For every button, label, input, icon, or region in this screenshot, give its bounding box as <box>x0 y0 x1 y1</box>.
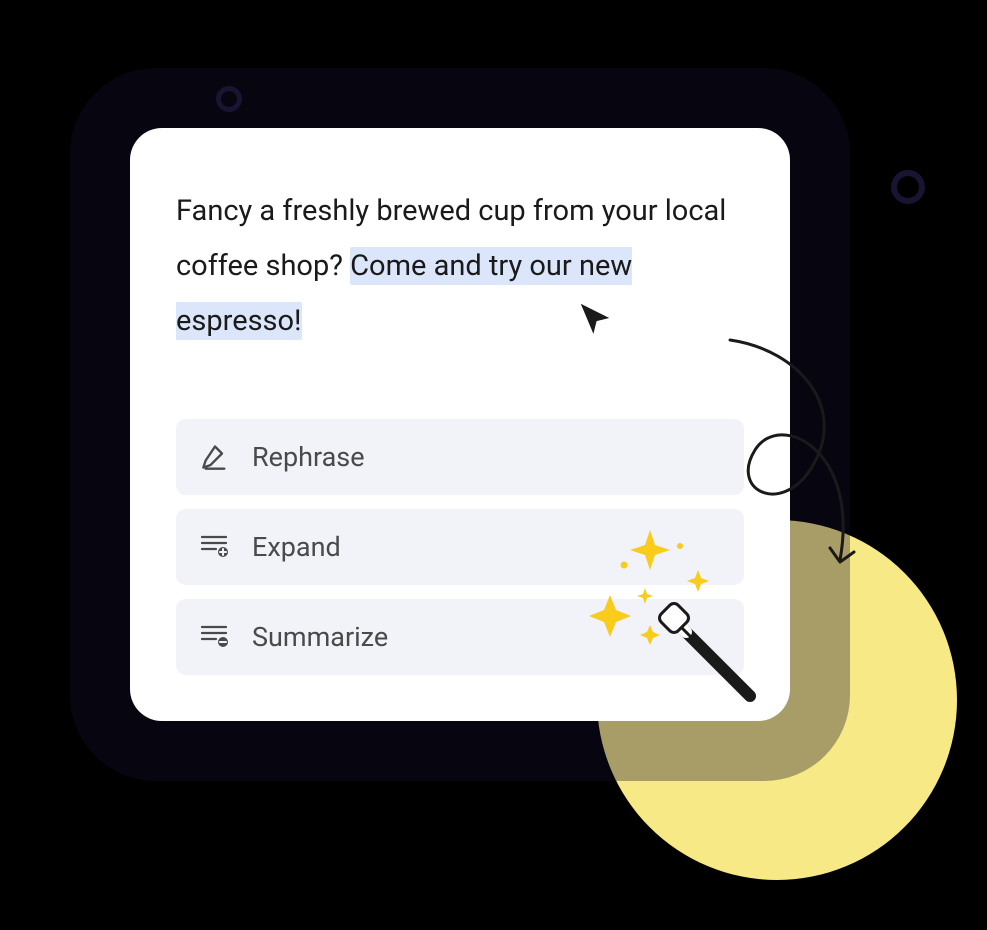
decorative-ring-icon <box>891 170 925 204</box>
expand-button[interactable]: Expand <box>176 509 744 585</box>
action-label: Rephrase <box>252 441 365 473</box>
ai-action-list: Rephrase Expand <box>176 419 744 675</box>
action-label: Expand <box>252 531 341 563</box>
summarize-button[interactable]: Summarize <box>176 599 744 675</box>
action-label: Summarize <box>252 621 388 653</box>
decorative-ring-icon <box>216 86 242 112</box>
summarize-icon <box>200 622 230 652</box>
cursor-pointer-icon <box>576 299 614 337</box>
expand-icon <box>200 532 230 562</box>
rephrase-button[interactable]: Rephrase <box>176 419 744 495</box>
rephrase-icon <box>200 442 230 472</box>
sample-text-area[interactable]: Fancy a freshly brewed cup from your loc… <box>176 184 744 349</box>
ai-writing-card: Fancy a freshly brewed cup from your loc… <box>130 128 790 721</box>
